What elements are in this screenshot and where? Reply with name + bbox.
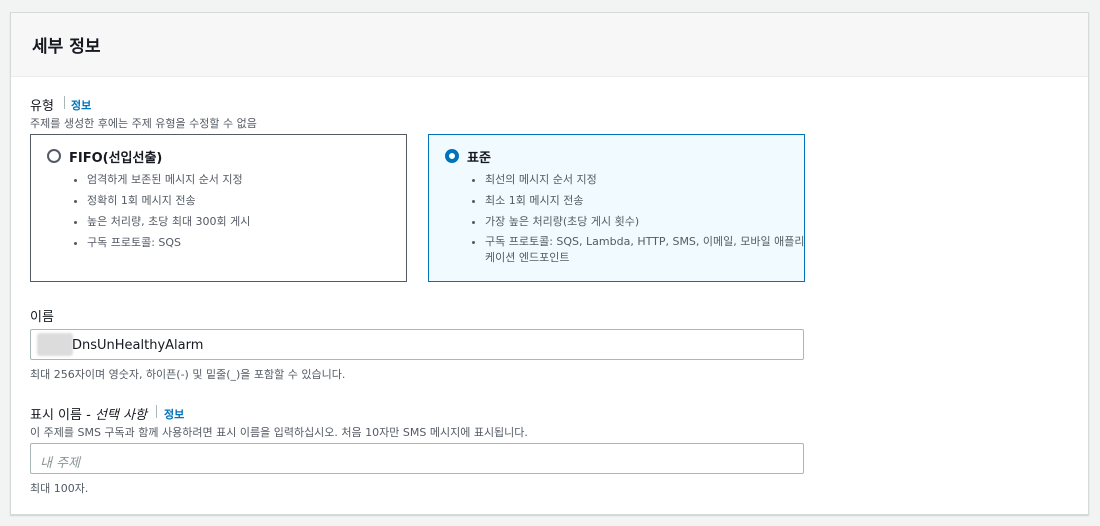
display-name-info-link[interactable]: 정보: [164, 406, 184, 422]
standard-feature: 최선의 메시지 순서 지정: [485, 169, 805, 190]
fifo-feature: 엄격하게 보존된 메시지 순서 지정: [87, 169, 407, 190]
fifo-feature: 정확히 1회 메시지 전송: [87, 190, 407, 211]
type-description: 주제를 생성한 후에는 주제 유형을 수정할 수 없음: [30, 117, 257, 130]
display-name-optional: - 선택 사항: [86, 408, 147, 423]
standard-title: 표준: [467, 151, 491, 166]
fifo-feature: 높은 처리량, 초당 최대 300회 게시: [87, 211, 407, 232]
label-divider: [64, 96, 65, 109]
display-name-placeholder: 내 주제: [40, 456, 81, 471]
display-name-input[interactable]: 내 주제: [30, 443, 804, 474]
display-name-label: 표시 이름 - 선택 사항: [30, 404, 147, 423]
name-label: 이름: [30, 310, 54, 325]
name-input-value: DnsUnHealthyAlarm: [72, 338, 204, 353]
display-name-description: 이 주제를 SMS 구독과 함께 사용하려면 표시 이름을 입력하십시오. 처음…: [30, 426, 528, 439]
standard-feature-list: 최선의 메시지 순서 지정 최소 1회 메시지 전송 가장 높은 처리량(초당 …: [469, 169, 805, 266]
fifo-option-tile[interactable]: FIFO(선입선출) 엄격하게 보존된 메시지 순서 지정 정확히 1회 메시지…: [30, 134, 407, 282]
type-info-link[interactable]: 정보: [71, 97, 91, 113]
standard-feature: 최소 1회 메시지 전송: [485, 190, 805, 211]
name-hint: 최대 256자이며 영숫자, 하이픈(-) 및 밑줄(_)을 포함할 수 있습니…: [30, 368, 346, 381]
fifo-title: FIFO(선입선출): [69, 151, 163, 166]
panel-header: 세부 정보: [11, 13, 1088, 77]
standard-option-tile[interactable]: 표준 최선의 메시지 순서 지정 최소 1회 메시지 전송 가장 높은 처리량(…: [428, 134, 805, 282]
type-label: 유형: [30, 99, 54, 114]
standard-radio[interactable]: [445, 149, 459, 163]
fifo-feature: 구독 프로토콜: SQS: [87, 232, 407, 253]
name-input[interactable]: DnsUnHealthyAlarm: [30, 329, 804, 360]
display-name-hint: 최대 100자.: [30, 482, 89, 495]
display-name-label-text: 표시 이름: [30, 408, 82, 423]
standard-feature: 가장 높은 처리량(초당 게시 횟수): [485, 211, 805, 232]
label-divider: [156, 405, 157, 418]
standard-feature: 구독 프로토콜: SQS, Lambda, HTTP, SMS, 이메일, 모바…: [485, 232, 805, 266]
section-title: 세부 정보: [32, 37, 101, 57]
redacted-prefix: [37, 333, 73, 356]
fifo-feature-list: 엄격하게 보존된 메시지 순서 지정 정확히 1회 메시지 전송 높은 처리량,…: [71, 169, 407, 253]
fifo-radio[interactable]: [47, 149, 61, 163]
